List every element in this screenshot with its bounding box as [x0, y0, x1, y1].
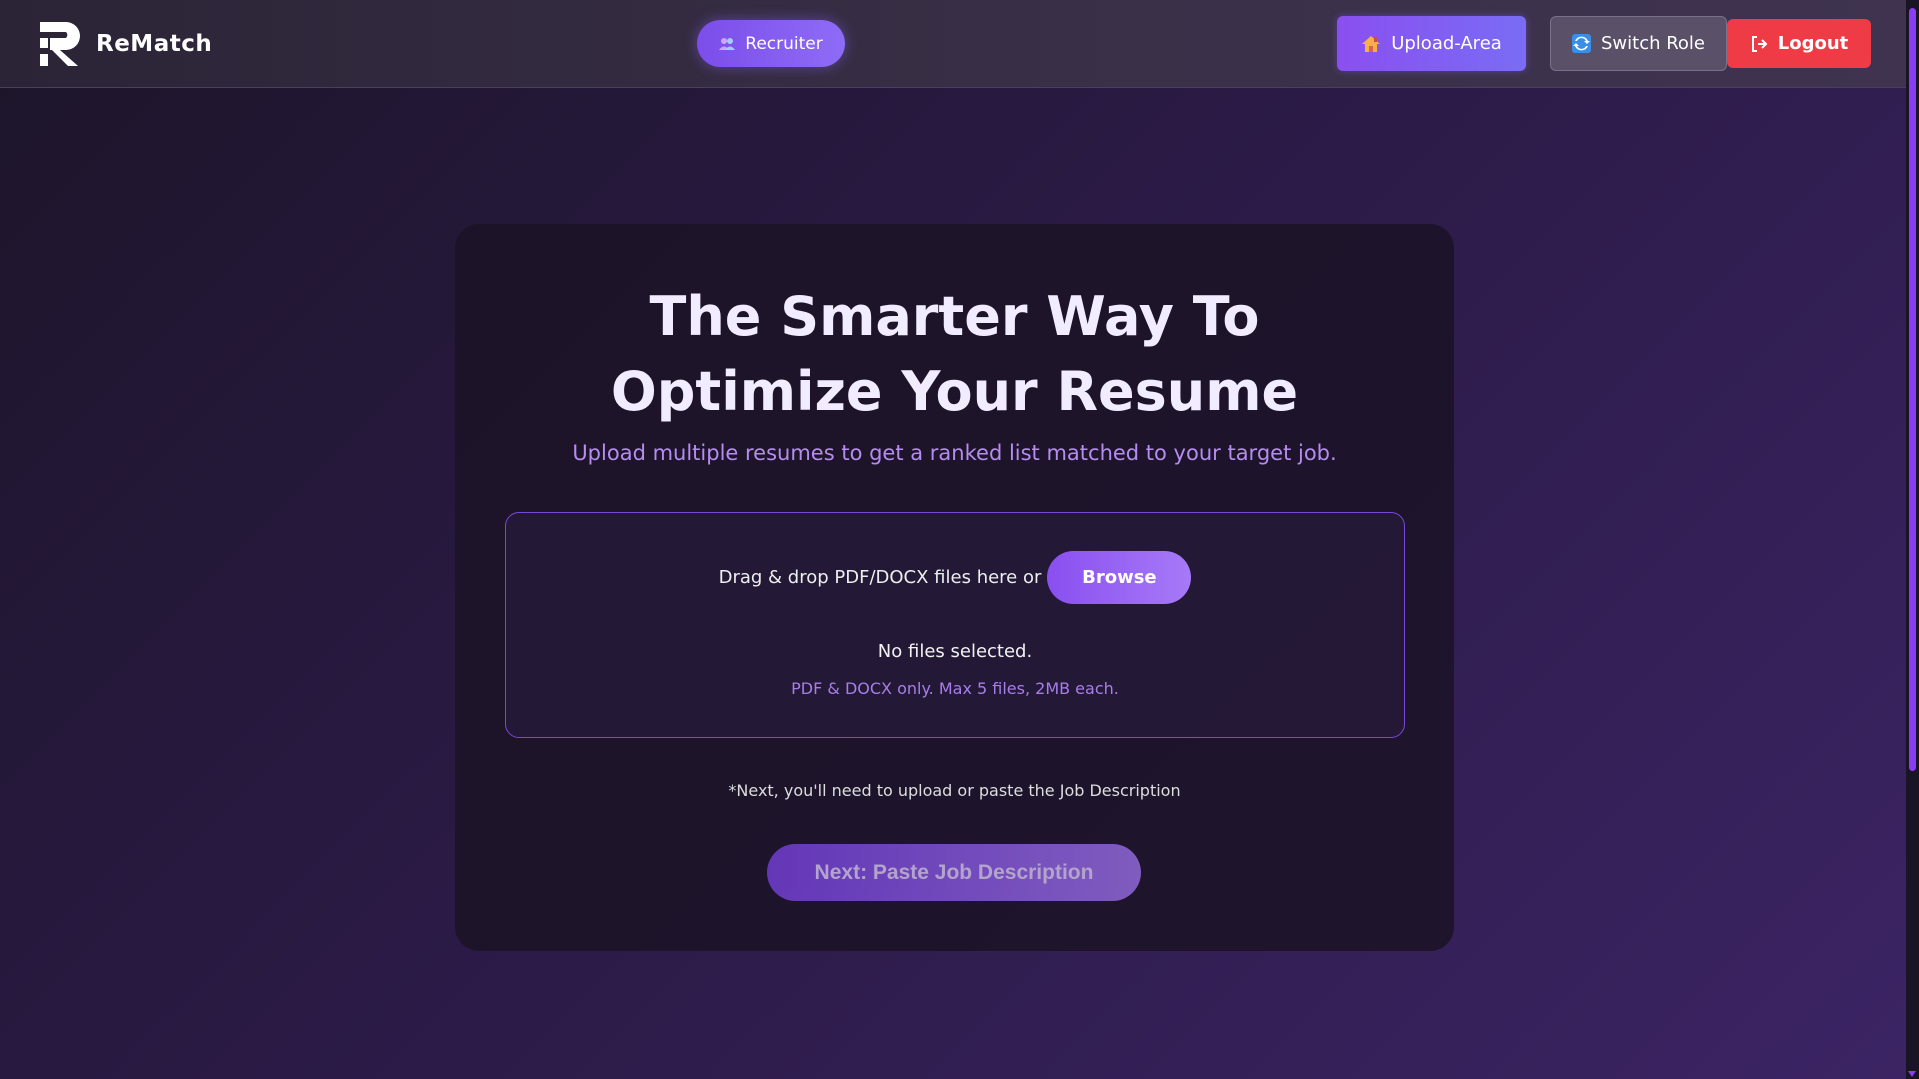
headline-line-1: The Smarter Way To: [649, 285, 1260, 348]
browse-button[interactable]: Browse: [1047, 551, 1192, 604]
page-subtitle: Upload multiple resumes to get a ranked …: [572, 441, 1337, 465]
users-icon: [719, 37, 736, 51]
scroll-down-arrow-icon[interactable]: [1908, 1071, 1916, 1077]
file-dropzone[interactable]: Drag & drop PDF/DOCX files here or Brows…: [505, 512, 1405, 738]
drop-row: Drag & drop PDF/DOCX files here or Brows…: [506, 551, 1404, 604]
brand-name: ReMatch: [96, 31, 213, 57]
upload-area-button[interactable]: Upload-Area: [1337, 16, 1526, 71]
logout-icon: [1750, 35, 1768, 53]
page-scrollbar[interactable]: [1906, 0, 1919, 1079]
logout-button[interactable]: Logout: [1727, 19, 1871, 68]
file-status: No files selected.: [877, 641, 1033, 662]
drop-instructions: Drag & drop PDF/DOCX files here or: [718, 567, 1042, 588]
house-icon: [1361, 34, 1381, 54]
switch-role-label: Switch Role: [1600, 33, 1706, 54]
page-title: The Smarter Way To Optimize Your Resume: [455, 279, 1454, 429]
next-step-note: *Next, you'll need to upload or paste th…: [728, 781, 1181, 800]
switch-icon: [1571, 34, 1591, 53]
rematch-logo-icon: [40, 22, 80, 66]
recruiter-label: Recruiter: [745, 33, 823, 54]
top-navbar: ReMatch Recruiter Upload-Area Switch Rol…: [0, 0, 1906, 88]
headline-line-2: Optimize Your Resume: [610, 360, 1299, 423]
next-paste-job-description-button[interactable]: Next: Paste Job Description: [767, 844, 1141, 901]
logout-label: Logout: [1777, 33, 1849, 54]
switch-role-button[interactable]: Switch Role: [1550, 16, 1727, 71]
recruiter-role-badge[interactable]: Recruiter: [697, 20, 845, 67]
scrollbar-thumb[interactable]: [1909, 8, 1916, 771]
upload-card: The Smarter Way To Optimize Your Resume …: [455, 224, 1454, 951]
file-limits-hint: PDF & DOCX only. Max 5 files, 2MB each.: [791, 679, 1119, 698]
brand[interactable]: ReMatch: [38, 20, 212, 68]
upload-area-label: Upload-Area: [1391, 33, 1502, 54]
